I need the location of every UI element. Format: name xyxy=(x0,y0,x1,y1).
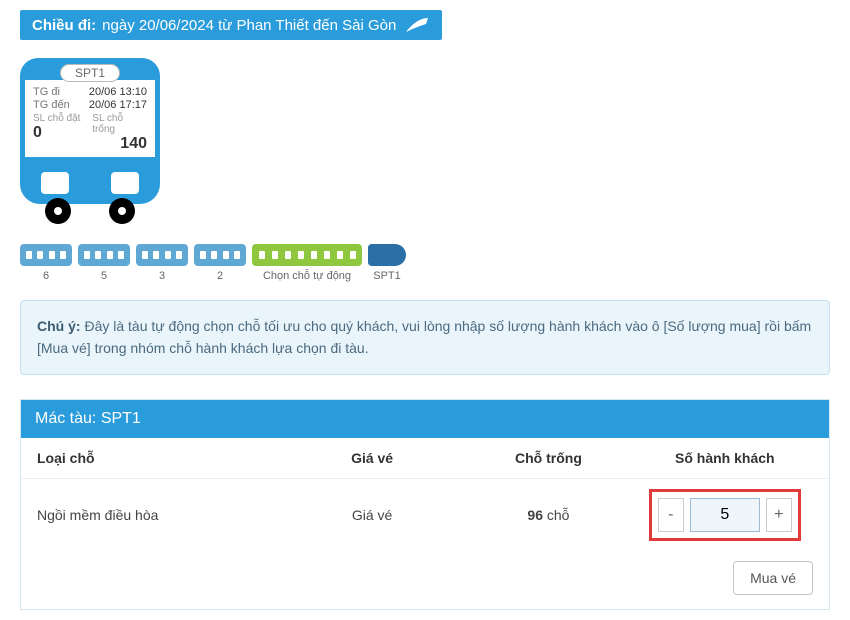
table-head: Loại chỗ Giá vé Chỗ trống Số hành khách xyxy=(21,438,829,478)
qty-input[interactable] xyxy=(690,498,760,532)
bird-icon xyxy=(404,16,430,34)
coach-label: 3 xyxy=(159,270,165,282)
quantity-cell: - + xyxy=(637,489,813,541)
empty-value: 140 xyxy=(92,135,147,153)
col-cho-header: Chỗ trống xyxy=(460,450,636,466)
direction-label: Chiều đi: xyxy=(32,17,96,34)
buy-row: Mua vé xyxy=(21,551,829,609)
arrive-label: TG đến xyxy=(33,99,70,111)
coach-label: 2 xyxy=(217,270,223,282)
col-loai-header: Loại chỗ xyxy=(37,450,284,466)
coach-row: 6 5 3 2 Chọn chỗ tự động SPT1 xyxy=(20,244,830,282)
mac-tau-code: SPT1 xyxy=(101,410,141,427)
wheel-icon xyxy=(109,198,135,224)
coach-item[interactable]: 3 xyxy=(136,244,188,282)
depart-label: TG đi xyxy=(33,86,60,98)
coach-auto-icon xyxy=(252,244,362,266)
table-row: Ngồi mềm điều hòa Giá vé 96 chỗ - + xyxy=(21,478,829,551)
empty-label: SL chỗ trống xyxy=(92,113,147,135)
available-suffix: chỗ xyxy=(543,507,569,523)
available-number: 96 xyxy=(527,507,543,523)
train-wheels xyxy=(20,198,160,224)
buy-button[interactable]: Mua vé xyxy=(733,561,813,595)
coach-label: Chọn chỗ tự động xyxy=(263,270,351,282)
mac-tau-box: Mác tàu: SPT1 Loại chỗ Giá vé Chỗ trống … xyxy=(20,399,830,610)
train-roof: SPT1 xyxy=(20,58,160,80)
coach-item[interactable]: 5 xyxy=(78,244,130,282)
qty-minus-button[interactable]: - xyxy=(658,498,684,532)
notice-box: Chú ý: Đây là tàu tự động chọn chỗ tối ư… xyxy=(20,300,830,375)
train-info-box: TG đi 20/06 13:10 TG đến 20/06 17:17 SL … xyxy=(20,80,160,162)
coach-icon xyxy=(78,244,130,266)
booked-value: 0 xyxy=(33,124,88,142)
train-window xyxy=(41,172,69,194)
coach-icon xyxy=(136,244,188,266)
coach-icon xyxy=(20,244,72,266)
booked-label: SL chỗ đặt xyxy=(33,113,88,124)
price-cell[interactable]: Giá vé xyxy=(284,507,460,523)
coach-item[interactable]: 6 xyxy=(20,244,72,282)
train-code-pill: SPT1 xyxy=(60,64,120,82)
coach-item-auto[interactable]: Chọn chỗ tự động xyxy=(252,244,362,282)
arrive-value: 20/06 17:17 xyxy=(89,99,147,111)
direction-text: ngày 20/06/2024 từ Phan Thiết đến Sài Gò… xyxy=(102,17,396,34)
wheel-icon xyxy=(45,198,71,224)
train-window xyxy=(111,172,139,194)
coach-icon xyxy=(194,244,246,266)
seat-type-cell: Ngồi mềm điều hòa xyxy=(37,507,284,523)
coach-label: SPT1 xyxy=(373,270,401,282)
col-qty-header: Số hành khách xyxy=(637,450,813,466)
locomotive-icon xyxy=(368,244,406,266)
mac-tau-header: Mác tàu: SPT1 xyxy=(21,400,829,438)
coach-label: 5 xyxy=(101,270,107,282)
coach-item[interactable]: 2 xyxy=(194,244,246,282)
train-card[interactable]: SPT1 TG đi 20/06 13:10 TG đến 20/06 17:1… xyxy=(20,58,160,224)
notice-body: Đây là tàu tự động chọn chỗ tối ưu cho q… xyxy=(37,318,811,356)
direction-header: Chiều đi: ngày 20/06/2024 từ Phan Thiết … xyxy=(20,10,442,40)
depart-value: 20/06 13:10 xyxy=(89,86,147,98)
coach-item-loco[interactable]: SPT1 xyxy=(368,244,406,282)
available-cell: 96 chỗ xyxy=(460,507,636,523)
quantity-stepper: - + xyxy=(649,489,801,541)
coach-label: 6 xyxy=(43,270,49,282)
notice-prefix: Chú ý: xyxy=(37,318,81,334)
qty-plus-button[interactable]: + xyxy=(766,498,792,532)
col-gia-header: Giá vé xyxy=(284,450,460,466)
mac-tau-title-prefix: Mác tàu: xyxy=(35,410,101,427)
